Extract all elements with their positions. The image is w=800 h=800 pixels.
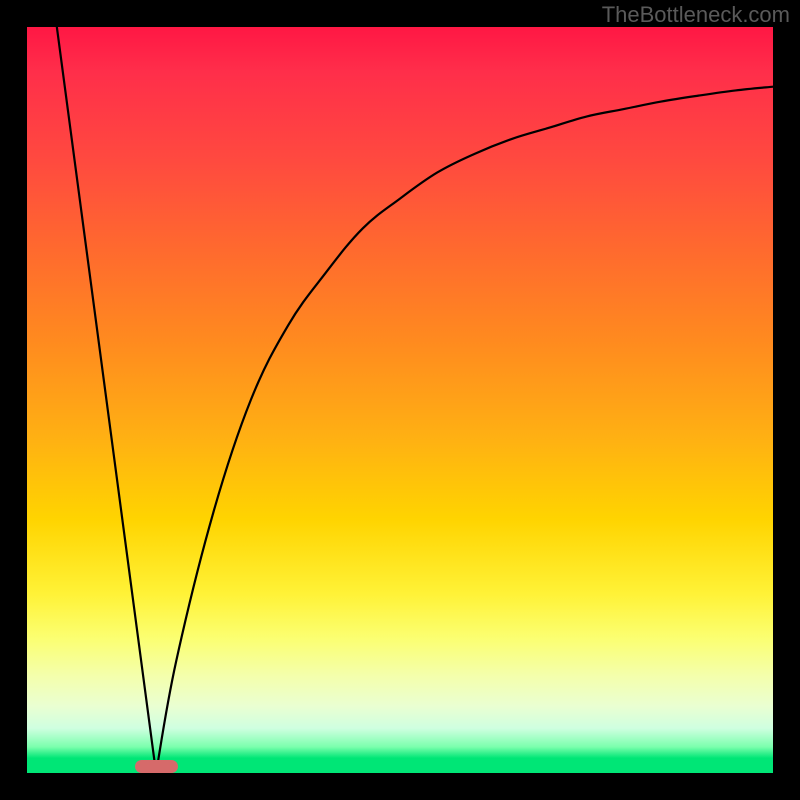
plot-area <box>27 27 773 773</box>
chart-frame: TheBottleneck.com <box>0 0 800 800</box>
bottleneck-curve <box>57 27 773 773</box>
watermark-text: TheBottleneck.com <box>602 2 790 28</box>
curve-svg <box>27 27 773 773</box>
minimum-marker <box>135 760 178 773</box>
